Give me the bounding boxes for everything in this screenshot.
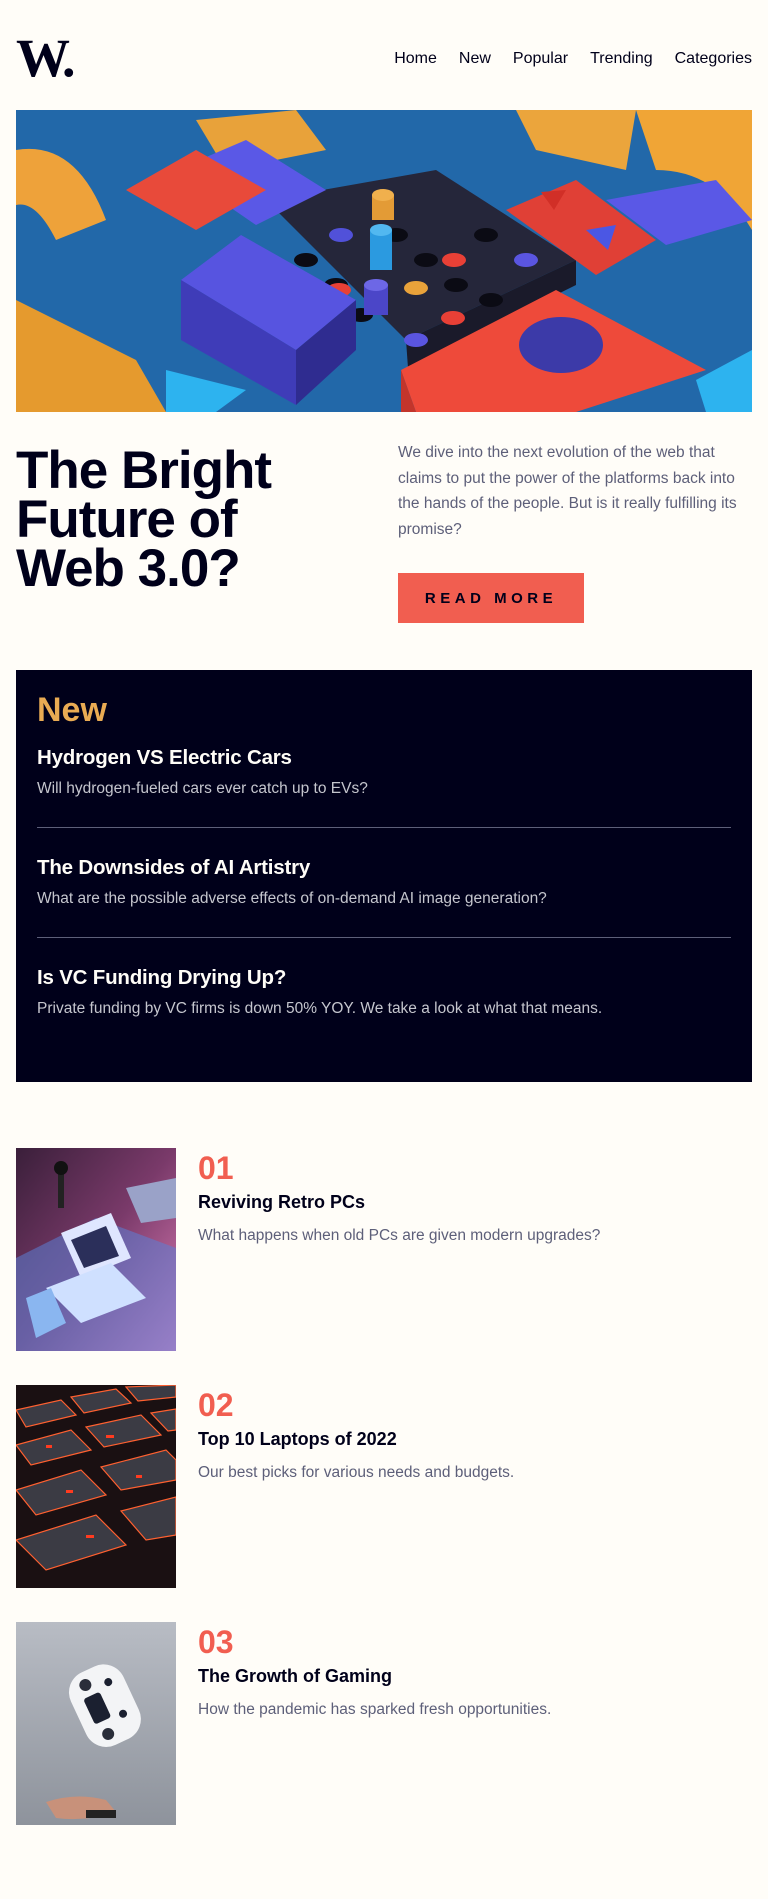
new-item-desc: Will hydrogen-fueled cars ever catch up … [37,780,368,797]
article-card: 02 Top 10 Laptops of 2022 Our best picks… [16,1385,752,1588]
nav-popular[interactable]: Popular [513,49,568,69]
article-title[interactable]: Top 10 Laptops of 2022 [198,1427,514,1451]
new-section: New Hydrogen VS Electric Cars Will hydro… [16,670,752,1082]
article-desc: What happens when old PCs are given mode… [198,1227,601,1244]
article-title[interactable]: The Growth of Gaming [198,1664,551,1688]
new-item: Is VC Funding Drying Up? Private funding… [37,965,731,1047]
article-desc: How the pandemic has sparked fresh oppor… [198,1701,552,1718]
new-item-title[interactable]: Hydrogen VS Electric Cars [37,745,731,771]
logo[interactable]: W. [16,31,76,85]
new-item: The Downsides of AI Artistry What are th… [37,855,731,938]
new-item: Hydrogen VS Electric Cars Will hydrogen-… [37,745,731,828]
new-item-title[interactable]: The Downsides of AI Artistry [37,855,731,881]
new-item-title[interactable]: Is VC Funding Drying Up? [37,965,731,991]
laptop-keyboard-thumbnail[interactable] [16,1385,176,1588]
article-text: 03 The Growth of Gaming How the pandemic… [198,1622,551,1825]
new-list: Hydrogen VS Electric Cars Will hydrogen-… [37,745,731,1047]
nav-categories[interactable]: Categories [675,49,752,69]
hero-image [16,110,752,412]
retro-pc-thumbnail[interactable] [16,1148,176,1351]
main-nav: Home New Popular Trending Categories [394,49,752,69]
new-item-desc: What are the possible adverse effects of… [37,890,547,907]
article-text: 01 Reviving Retro PCs What happens when … [198,1148,600,1351]
article-list: 01 Reviving Retro PCs What happens when … [16,1148,752,1859]
hero-intro: We dive into the next evolution of the w… [398,444,737,538]
read-more-button[interactable]: READ MORE [398,573,584,623]
article-number: 02 [198,1387,234,1423]
article-number: 03 [198,1624,234,1660]
article-text: 02 Top 10 Laptops of 2022 Our best picks… [198,1385,514,1588]
nav-new[interactable]: New [459,49,491,69]
new-item-desc: Private funding by VC firms is down 50% … [37,1000,603,1017]
article-title[interactable]: Reviving Retro PCs [198,1190,600,1214]
article-desc: Our best picks for various needs and bud… [198,1464,515,1481]
page-title: The Bright Future of Web 3.0? [16,441,272,598]
nav-home[interactable]: Home [394,49,437,69]
new-heading: New [37,691,107,729]
nav-trending[interactable]: Trending [590,49,653,69]
article-card: 01 Reviving Retro PCs What happens when … [16,1148,752,1351]
article-card: 03 The Growth of Gaming How the pandemic… [16,1622,752,1825]
article-number: 01 [198,1150,234,1186]
game-controller-thumbnail[interactable] [16,1622,176,1825]
